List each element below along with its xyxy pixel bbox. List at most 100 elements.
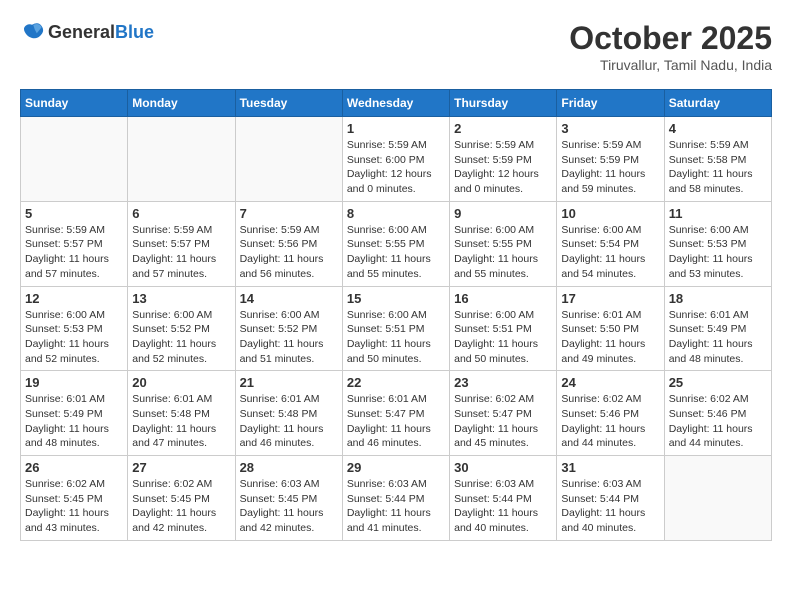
day-info: Sunrise: 6:02 AMSunset: 5:46 PMDaylight:…: [669, 392, 767, 451]
calendar-week-row: 5 Sunrise: 5:59 AMSunset: 5:57 PMDaylight…: [21, 201, 772, 286]
calendar-day-cell: 18 Sunrise: 6:01 AMSunset: 5:49 PMDayligh…: [664, 286, 771, 371]
day-number: 10: [561, 206, 659, 221]
day-of-week-header: Thursday: [450, 90, 557, 117]
calendar-day-cell: 23 Sunrise: 6:02 AMSunset: 5:47 PMDayligh…: [450, 371, 557, 456]
day-info: Sunrise: 6:01 AMSunset: 5:49 PMDaylight:…: [25, 392, 123, 451]
day-info: Sunrise: 6:00 AMSunset: 5:52 PMDaylight:…: [240, 308, 338, 367]
day-info: Sunrise: 6:00 AMSunset: 5:53 PMDaylight:…: [669, 223, 767, 282]
day-number: 31: [561, 460, 659, 475]
calendar-week-row: 1 Sunrise: 5:59 AMSunset: 6:00 PMDaylight…: [21, 117, 772, 202]
calendar-day-cell: [21, 117, 128, 202]
calendar-day-cell: 1 Sunrise: 5:59 AMSunset: 6:00 PMDaylight…: [342, 117, 449, 202]
calendar-day-cell: 17 Sunrise: 6:01 AMSunset: 5:50 PMDayligh…: [557, 286, 664, 371]
calendar-day-cell: 12Sunrise: 6:00 AMSunset: 5:53 PMDayligh…: [21, 286, 128, 371]
day-info: Sunrise: 5:59 AMSunset: 5:58 PMDaylight:…: [669, 138, 767, 197]
calendar-day-cell: 19 Sunrise: 6:01 AMSunset: 5:49 PMDayligh…: [21, 371, 128, 456]
day-info: Sunrise: 6:01 AMSunset: 5:47 PMDaylight:…: [347, 392, 445, 451]
day-info: Sunrise: 6:01 AMSunset: 5:49 PMDaylight:…: [669, 308, 767, 367]
day-info: Sunrise: 6:00 AMSunset: 5:54 PMDaylight:…: [561, 223, 659, 282]
calendar-day-cell: 31 Sunrise: 6:03 AMSunset: 5:44 PMDayligh…: [557, 456, 664, 541]
calendar-day-cell: 25 Sunrise: 6:02 AMSunset: 5:46 PMDayligh…: [664, 371, 771, 456]
day-number: 6: [132, 206, 230, 221]
calendar-day-cell: 5 Sunrise: 5:59 AMSunset: 5:57 PMDaylight…: [21, 201, 128, 286]
day-number: 9: [454, 206, 552, 221]
day-number: 22: [347, 375, 445, 390]
day-info: Sunrise: 5:59 AMSunset: 5:59 PMDaylight:…: [454, 138, 552, 197]
day-number: 16: [454, 291, 552, 306]
day-info: Sunrise: 6:03 AMSunset: 5:45 PMDaylight:…: [240, 477, 338, 536]
calendar-day-cell: 30 Sunrise: 6:03 AMSunset: 5:44 PMDayligh…: [450, 456, 557, 541]
location-subtitle: Tiruvallur, Tamil Nadu, India: [569, 57, 772, 73]
calendar-day-cell: 8 Sunrise: 6:00 AMSunset: 5:55 PMDaylight…: [342, 201, 449, 286]
day-info: Sunrise: 5:59 AMSunset: 5:59 PMDaylight:…: [561, 138, 659, 197]
day-info: Sunrise: 6:02 AMSunset: 5:45 PMDaylight:…: [25, 477, 123, 536]
calendar-day-cell: 10 Sunrise: 6:00 AMSunset: 5:54 PMDayligh…: [557, 201, 664, 286]
page-header: GeneralBlue October 2025 Tiruvallur, Tam…: [20, 20, 772, 73]
day-info: Sunrise: 5:59 AMSunset: 6:00 PMDaylight:…: [347, 138, 445, 197]
calendar-day-cell: 27 Sunrise: 6:02 AMSunset: 5:45 PMDayligh…: [128, 456, 235, 541]
day-number: 30: [454, 460, 552, 475]
calendar-week-row: 12Sunrise: 6:00 AMSunset: 5:53 PMDayligh…: [21, 286, 772, 371]
day-info: Sunrise: 6:01 AMSunset: 5:48 PMDaylight:…: [132, 392, 230, 451]
day-number: 25: [669, 375, 767, 390]
day-of-week-header: Tuesday: [235, 90, 342, 117]
day-info: Sunrise: 6:00 AMSunset: 5:51 PMDaylight:…: [454, 308, 552, 367]
day-info: Sunrise: 6:02 AMSunset: 5:45 PMDaylight:…: [132, 477, 230, 536]
logo-text: GeneralBlue: [48, 22, 154, 43]
day-info: Sunrise: 6:03 AMSunset: 5:44 PMDaylight:…: [454, 477, 552, 536]
day-of-week-header: Saturday: [664, 90, 771, 117]
day-number: 2: [454, 121, 552, 136]
day-number: 24: [561, 375, 659, 390]
day-info: Sunrise: 6:03 AMSunset: 5:44 PMDaylight:…: [347, 477, 445, 536]
day-number: 13: [132, 291, 230, 306]
logo: GeneralBlue: [20, 20, 154, 44]
calendar-day-cell: 29Sunrise: 6:03 AMSunset: 5:44 PMDayligh…: [342, 456, 449, 541]
day-of-week-header: Sunday: [21, 90, 128, 117]
day-number: 14: [240, 291, 338, 306]
calendar-day-cell: 9 Sunrise: 6:00 AMSunset: 5:55 PMDaylight…: [450, 201, 557, 286]
calendar-day-cell: 14 Sunrise: 6:00 AMSunset: 5:52 PMDayligh…: [235, 286, 342, 371]
calendar-day-cell: [128, 117, 235, 202]
calendar-week-row: 26 Sunrise: 6:02 AMSunset: 5:45 PMDayligh…: [21, 456, 772, 541]
day-number: 1: [347, 121, 445, 136]
day-number: 21: [240, 375, 338, 390]
calendar-day-cell: 20Sunrise: 6:01 AMSunset: 5:48 PMDayligh…: [128, 371, 235, 456]
day-info: Sunrise: 6:01 AMSunset: 5:50 PMDaylight:…: [561, 308, 659, 367]
calendar-day-cell: 28 Sunrise: 6:03 AMSunset: 5:45 PMDayligh…: [235, 456, 342, 541]
day-of-week-header: Wednesday: [342, 90, 449, 117]
calendar-day-cell: 22 Sunrise: 6:01 AMSunset: 5:47 PMDayligh…: [342, 371, 449, 456]
day-number: 12: [25, 291, 123, 306]
day-number: 3: [561, 121, 659, 136]
calendar-day-cell: 16 Sunrise: 6:00 AMSunset: 5:51 PMDayligh…: [450, 286, 557, 371]
day-info: Sunrise: 6:03 AMSunset: 5:44 PMDaylight:…: [561, 477, 659, 536]
calendar-day-cell: 3 Sunrise: 5:59 AMSunset: 5:59 PMDaylight…: [557, 117, 664, 202]
day-number: 18: [669, 291, 767, 306]
calendar-day-cell: 26 Sunrise: 6:02 AMSunset: 5:45 PMDayligh…: [21, 456, 128, 541]
calendar-day-cell: 24Sunrise: 6:02 AMSunset: 5:46 PMDayligh…: [557, 371, 664, 456]
day-info: Sunrise: 6:02 AMSunset: 5:47 PMDaylight:…: [454, 392, 552, 451]
day-of-week-header: Monday: [128, 90, 235, 117]
calendar-day-cell: 13Sunrise: 6:00 AMSunset: 5:52 PMDayligh…: [128, 286, 235, 371]
day-number: 17: [561, 291, 659, 306]
day-number: 26: [25, 460, 123, 475]
calendar-week-row: 19 Sunrise: 6:01 AMSunset: 5:49 PMDayligh…: [21, 371, 772, 456]
day-info: Sunrise: 6:00 AMSunset: 5:55 PMDaylight:…: [454, 223, 552, 282]
day-of-week-header: Friday: [557, 90, 664, 117]
day-number: 11: [669, 206, 767, 221]
day-number: 28: [240, 460, 338, 475]
title-block: October 2025 Tiruvallur, Tamil Nadu, Ind…: [569, 20, 772, 73]
calendar-day-cell: 7Sunrise: 5:59 AMSunset: 5:56 PMDaylight…: [235, 201, 342, 286]
calendar-table: SundayMondayTuesdayWednesdayThursdayFrid…: [20, 89, 772, 541]
day-number: 27: [132, 460, 230, 475]
day-info: Sunrise: 5:59 AMSunset: 5:56 PMDaylight:…: [240, 223, 338, 282]
calendar-day-cell: [235, 117, 342, 202]
day-number: 5: [25, 206, 123, 221]
calendar-day-cell: [664, 456, 771, 541]
day-info: Sunrise: 5:59 AMSunset: 5:57 PMDaylight:…: [132, 223, 230, 282]
day-number: 8: [347, 206, 445, 221]
day-info: Sunrise: 6:00 AMSunset: 5:55 PMDaylight:…: [347, 223, 445, 282]
day-info: Sunrise: 5:59 AMSunset: 5:57 PMDaylight:…: [25, 223, 123, 282]
day-number: 23: [454, 375, 552, 390]
calendar-day-cell: 11 Sunrise: 6:00 AMSunset: 5:53 PMDayligh…: [664, 201, 771, 286]
day-number: 19: [25, 375, 123, 390]
